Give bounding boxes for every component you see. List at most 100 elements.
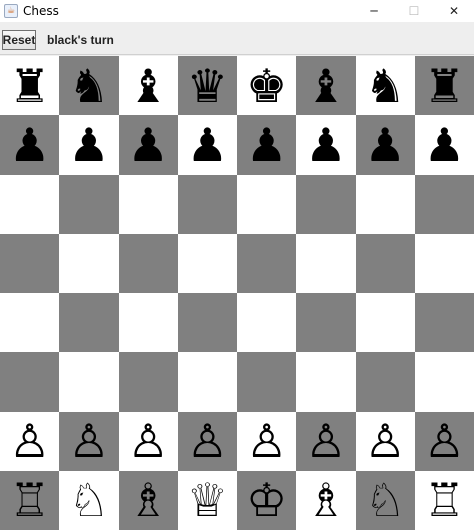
square-e4[interactable] bbox=[237, 293, 297, 353]
square-g8[interactable]: ♞ bbox=[355, 56, 415, 116]
square-a7[interactable]: ♟ bbox=[0, 115, 60, 175]
square-e5[interactable] bbox=[237, 233, 297, 293]
square-a2[interactable]: ♙ bbox=[0, 411, 60, 471]
square-e2[interactable]: ♙ bbox=[237, 411, 297, 471]
square-b3[interactable] bbox=[59, 352, 119, 412]
black-queen-icon[interactable]: ♛ bbox=[187, 63, 228, 109]
black-knight-icon[interactable]: ♞ bbox=[68, 63, 109, 109]
square-d2[interactable]: ♙ bbox=[177, 411, 237, 471]
square-e1[interactable]: ♔ bbox=[237, 470, 297, 530]
black-rook-icon[interactable]: ♜ bbox=[9, 63, 50, 109]
square-c7[interactable]: ♟ bbox=[118, 115, 178, 175]
square-h2[interactable]: ♙ bbox=[414, 411, 474, 471]
square-e7[interactable]: ♟ bbox=[237, 115, 297, 175]
square-h5[interactable] bbox=[414, 233, 474, 293]
square-f2[interactable]: ♙ bbox=[296, 411, 356, 471]
square-b4[interactable] bbox=[59, 293, 119, 353]
square-f7[interactable]: ♟ bbox=[296, 115, 356, 175]
square-g2[interactable]: ♙ bbox=[355, 411, 415, 471]
square-d3[interactable] bbox=[177, 352, 237, 412]
square-d6[interactable] bbox=[177, 174, 237, 234]
square-g1[interactable]: ♘ bbox=[355, 470, 415, 530]
square-g4[interactable] bbox=[355, 293, 415, 353]
square-h3[interactable] bbox=[414, 352, 474, 412]
square-b5[interactable] bbox=[59, 233, 119, 293]
white-pawn-icon[interactable]: ♙ bbox=[365, 418, 406, 464]
square-e8[interactable]: ♚ bbox=[237, 56, 297, 116]
square-a4[interactable] bbox=[0, 293, 60, 353]
black-bishop-icon[interactable]: ♝ bbox=[128, 63, 169, 109]
square-a3[interactable] bbox=[0, 352, 60, 412]
square-d5[interactable] bbox=[177, 233, 237, 293]
square-c4[interactable] bbox=[118, 293, 178, 353]
white-pawn-icon[interactable]: ♙ bbox=[9, 418, 50, 464]
black-pawn-icon[interactable]: ♟ bbox=[187, 122, 228, 168]
square-h7[interactable]: ♟ bbox=[414, 115, 474, 175]
square-h6[interactable] bbox=[414, 174, 474, 234]
maximize-button[interactable]: ☐ bbox=[394, 0, 434, 22]
white-pawn-icon[interactable]: ♙ bbox=[424, 418, 465, 464]
reset-button[interactable]: Reset bbox=[2, 30, 36, 50]
square-c1[interactable]: ♗ bbox=[118, 470, 178, 530]
square-c8[interactable]: ♝ bbox=[118, 56, 178, 116]
square-b1[interactable]: ♘ bbox=[59, 470, 119, 530]
square-f5[interactable] bbox=[296, 233, 356, 293]
square-b6[interactable] bbox=[59, 174, 119, 234]
white-rook-icon[interactable]: ♖ bbox=[424, 477, 465, 523]
square-h1[interactable]: ♖ bbox=[414, 470, 474, 530]
black-pawn-icon[interactable]: ♟ bbox=[424, 122, 465, 168]
square-f1[interactable]: ♗ bbox=[296, 470, 356, 530]
white-pawn-icon[interactable]: ♙ bbox=[128, 418, 169, 464]
white-knight-icon[interactable]: ♘ bbox=[365, 477, 406, 523]
close-button[interactable]: ✕ bbox=[434, 0, 474, 22]
black-pawn-icon[interactable]: ♟ bbox=[128, 122, 169, 168]
black-bishop-icon[interactable]: ♝ bbox=[305, 63, 346, 109]
white-bishop-icon[interactable]: ♗ bbox=[305, 477, 346, 523]
black-pawn-icon[interactable]: ♟ bbox=[246, 122, 287, 168]
black-king-icon[interactable]: ♚ bbox=[246, 63, 287, 109]
square-h8[interactable]: ♜ bbox=[414, 56, 474, 116]
white-pawn-icon[interactable]: ♙ bbox=[305, 418, 346, 464]
square-a1[interactable]: ♖ bbox=[0, 470, 60, 530]
square-d8[interactable]: ♛ bbox=[177, 56, 237, 116]
black-pawn-icon[interactable]: ♟ bbox=[305, 122, 346, 168]
square-g7[interactable]: ♟ bbox=[355, 115, 415, 175]
white-pawn-icon[interactable]: ♙ bbox=[68, 418, 109, 464]
square-f4[interactable] bbox=[296, 293, 356, 353]
black-pawn-icon[interactable]: ♟ bbox=[365, 122, 406, 168]
white-pawn-icon[interactable]: ♙ bbox=[187, 418, 228, 464]
white-rook-icon[interactable]: ♖ bbox=[9, 477, 50, 523]
white-queen-icon[interactable]: ♕ bbox=[187, 477, 228, 523]
black-knight-icon[interactable]: ♞ bbox=[365, 63, 406, 109]
square-d1[interactable]: ♕ bbox=[177, 470, 237, 530]
square-d4[interactable] bbox=[177, 293, 237, 353]
square-d7[interactable]: ♟ bbox=[177, 115, 237, 175]
black-pawn-icon[interactable]: ♟ bbox=[68, 122, 109, 168]
square-a8[interactable]: ♜ bbox=[0, 56, 60, 116]
minimize-button[interactable]: ─ bbox=[354, 0, 394, 22]
square-c5[interactable] bbox=[118, 233, 178, 293]
square-a5[interactable] bbox=[0, 233, 60, 293]
square-b7[interactable]: ♟ bbox=[59, 115, 119, 175]
square-g3[interactable] bbox=[355, 352, 415, 412]
square-f3[interactable] bbox=[296, 352, 356, 412]
square-b8[interactable]: ♞ bbox=[59, 56, 119, 116]
black-pawn-icon[interactable]: ♟ bbox=[9, 122, 50, 168]
square-c2[interactable]: ♙ bbox=[118, 411, 178, 471]
white-knight-icon[interactable]: ♘ bbox=[68, 477, 109, 523]
square-g5[interactable] bbox=[355, 233, 415, 293]
white-pawn-icon[interactable]: ♙ bbox=[246, 418, 287, 464]
square-c3[interactable] bbox=[118, 352, 178, 412]
square-e6[interactable] bbox=[237, 174, 297, 234]
square-b2[interactable]: ♙ bbox=[59, 411, 119, 471]
black-rook-icon[interactable]: ♜ bbox=[424, 63, 465, 109]
square-a6[interactable] bbox=[0, 174, 60, 234]
square-c6[interactable] bbox=[118, 174, 178, 234]
white-king-icon[interactable]: ♔ bbox=[246, 477, 287, 523]
square-f8[interactable]: ♝ bbox=[296, 56, 356, 116]
square-h4[interactable] bbox=[414, 293, 474, 353]
square-g6[interactable] bbox=[355, 174, 415, 234]
square-f6[interactable] bbox=[296, 174, 356, 234]
square-e3[interactable] bbox=[237, 352, 297, 412]
white-bishop-icon[interactable]: ♗ bbox=[128, 477, 169, 523]
